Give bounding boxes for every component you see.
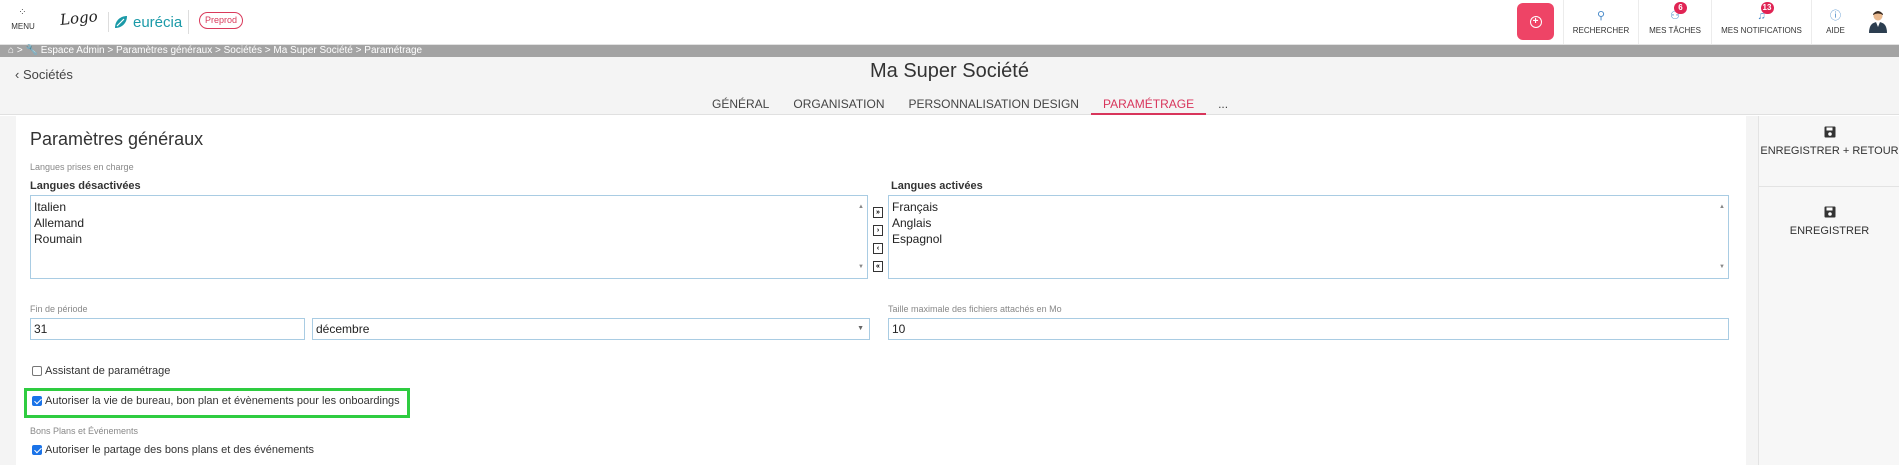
page-title: Ma Super Société — [870, 60, 1029, 82]
period-end-label: Fin de période — [30, 304, 88, 314]
breadcrumb-item[interactable]: Espace Admin — [41, 45, 105, 56]
list-item[interactable]: Français — [892, 199, 1725, 215]
wrench-icon: 🔧 — [25, 45, 38, 56]
nav-my-notifications-label: MES NOTIFICATIONS — [1721, 26, 1802, 35]
list-item[interactable]: Espagnol — [892, 231, 1725, 247]
tab-more[interactable]: ... — [1206, 97, 1240, 115]
nav-search-label: RECHERCHER — [1572, 26, 1630, 35]
top-bar: ⁘ MENU Logo eurécia Preprod + ⚲ RECHERCH… — [0, 0, 1899, 45]
menu-button[interactable]: ⁘ MENU — [8, 7, 38, 32]
actions-panel: ENREGISTRER + RETOUR ENREGISTRER — [1758, 116, 1899, 465]
tab-design[interactable]: PERSONNALISATION DESIGN — [896, 97, 1090, 115]
move-buttons: » › ‹ « — [873, 207, 884, 279]
onboarding-checkbox[interactable] — [32, 396, 42, 406]
breadcrumb-item[interactable]: Ma Super Société — [273, 45, 353, 56]
save-and-return-button[interactable]: ENREGISTRER + RETOUR — [1759, 126, 1899, 158]
save-label: ENREGISTRER — [1789, 225, 1870, 237]
nav-my-tasks-label: MES TÂCHES — [1649, 26, 1701, 35]
save-icon — [1824, 206, 1835, 218]
breadcrumb-item-current: Paramétrage — [364, 45, 423, 56]
scroll-up-icon: ▲ — [1719, 204, 1725, 210]
list-item[interactable]: Anglais — [892, 215, 1725, 231]
caret-down-icon: ▼ — [857, 325, 864, 332]
sharing-checkbox-row[interactable]: Autoriser le partage des bons plans et d… — [32, 444, 314, 456]
menu-grid-icon: ⁘ — [18, 7, 28, 18]
breadcrumb-item[interactable]: Paramètres généraux — [116, 45, 212, 56]
save-and-return-label: ENREGISTRER + RETOUR — [1760, 145, 1899, 157]
period-month-value: décembre — [316, 322, 370, 336]
search-icon: ⚲ — [1596, 10, 1606, 22]
eurecia-brand: eurécia — [108, 12, 182, 32]
tasks-count-badge: 6 — [1674, 2, 1687, 14]
side-divider — [1759, 186, 1899, 187]
brand-divider — [188, 10, 189, 34]
period-month-select[interactable]: décembre ▼ — [312, 318, 870, 340]
tab-organisation[interactable]: ORGANISATION — [781, 97, 896, 115]
list-scrollbar[interactable]: ▲ ▼ — [1716, 196, 1728, 278]
user-avatar[interactable] — [1868, 9, 1888, 33]
company-logo: Logo — [59, 7, 99, 29]
environment-badge: Preprod — [199, 12, 244, 29]
left-gutter — [0, 116, 16, 465]
sharing-checkbox-label: Autoriser le partage des bons plans et d… — [45, 444, 315, 456]
tab-parametrage[interactable]: PARAMÉTRAGE — [1090, 97, 1207, 115]
enabled-languages-list[interactable]: Français Anglais Espagnol ▲ ▼ — [888, 195, 1729, 279]
assistant-checkbox-row[interactable]: Assistant de paramétrage — [32, 365, 170, 377]
max-file-size-label: Taille maximale des fichiers attachés en… — [888, 304, 1062, 314]
bell-icon: ♫ 13 — [1756, 2, 1774, 22]
move-right-icon[interactable]: › — [873, 225, 883, 236]
nav-help[interactable]: ⓘ AIDE — [1811, 0, 1859, 44]
scroll-down-icon: ▼ — [858, 264, 864, 270]
breadcrumb-item[interactable]: Sociétés — [224, 45, 262, 56]
enabled-languages-title: Langues activées — [891, 180, 983, 192]
eurecia-leaf-icon — [115, 16, 127, 28]
home-icon[interactable]: ⌂ — [8, 45, 14, 56]
nav-my-tasks[interactable]: ⚇ 6 MES TÂCHES — [1638, 0, 1711, 44]
assistant-checkbox[interactable] — [32, 366, 42, 376]
list-scrollbar[interactable]: ▲ ▼ — [855, 196, 867, 278]
move-all-right-icon[interactable]: » — [873, 207, 883, 218]
quick-add-button[interactable]: + — [1517, 3, 1554, 40]
section-title: Paramètres généraux — [30, 129, 204, 149]
tab-general[interactable]: GÉNÉRAL — [700, 97, 781, 115]
tasks-icon: ⚇ 6 — [1669, 2, 1687, 22]
onboarding-checkbox-row[interactable]: Autoriser la vie de bureau, bon plan et … — [32, 395, 400, 407]
breadcrumb: ⌂ > 🔧 Espace Admin > Paramètres généraux… — [8, 45, 423, 56]
bons-plans-title: Bons Plans et Événements — [30, 426, 139, 436]
assistant-checkbox-label: Assistant de paramétrage — [45, 365, 171, 377]
languages-label: Langues prises en charge — [30, 162, 134, 172]
tab-bar: GÉNÉRAL ORGANISATION PERSONNALISATION DE… — [700, 97, 1240, 115]
scroll-up-icon: ▲ — [858, 204, 864, 210]
brand-name: eurécia — [133, 13, 183, 31]
scroll-down-icon: ▼ — [1719, 264, 1725, 270]
list-item[interactable]: Italien — [34, 199, 864, 215]
save-button[interactable]: ENREGISTRER — [1759, 206, 1899, 238]
period-day-input[interactable]: 31 — [30, 318, 305, 340]
save-icon — [1824, 126, 1835, 138]
notifications-count-badge: 13 — [1760, 2, 1774, 14]
max-file-size-input[interactable]: 10 — [888, 318, 1729, 340]
nav-help-label: AIDE — [1826, 26, 1845, 35]
plus-icon: + — [1529, 15, 1542, 28]
nav-search[interactable]: ⚲ RECHERCHER — [1563, 0, 1638, 44]
list-item[interactable]: Allemand — [34, 215, 864, 231]
menu-label: MENU — [11, 22, 35, 31]
right-gutter — [1746, 116, 1758, 465]
onboarding-checkbox-label: Autoriser la vie de bureau, bon plan et … — [45, 395, 400, 407]
move-left-icon[interactable]: ‹ — [873, 243, 883, 254]
disabled-languages-title: Langues désactivées — [30, 180, 141, 192]
nav-my-notifications[interactable]: ♫ 13 MES NOTIFICATIONS — [1711, 0, 1811, 44]
list-item[interactable]: Roumain — [34, 231, 864, 247]
sharing-checkbox[interactable] — [32, 445, 42, 455]
disabled-languages-list[interactable]: Italien Allemand Roumain ▲ ▼ — [30, 195, 868, 279]
move-all-left-icon[interactable]: « — [873, 261, 883, 272]
help-icon: ⓘ — [1830, 10, 1841, 22]
